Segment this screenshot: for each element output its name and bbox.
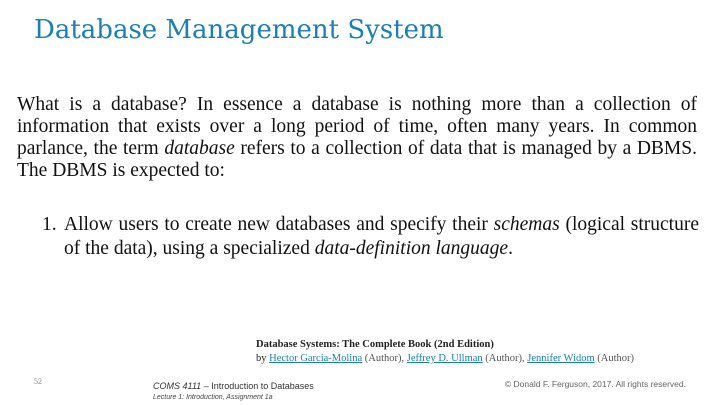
list-item-text-c: . [508, 238, 513, 259]
copyright-notice: © Donald F. Ferguson, 2017. All rights r… [504, 379, 686, 389]
intro-paragraph: What is a database? In essence a databas… [17, 94, 697, 182]
author-role: (Author), [482, 353, 528, 364]
list-item-text: Allow users to create new databases and … [64, 213, 699, 261]
course-separator: – [201, 381, 212, 391]
intro-emphasis: database [164, 138, 235, 159]
slide-title: Database Management System [34, 15, 444, 45]
page-number: 52 [34, 377, 42, 386]
book-by-label: by [256, 353, 270, 364]
dbms-expectations-list: 1. Allow users to create new databases a… [17, 213, 699, 261]
author-link-garcia-molina[interactable]: Hector Garcia-Molina [269, 353, 362, 364]
list-item-number-cell: 1. [17, 213, 64, 261]
list-item-emph-schemas: schemas [493, 214, 560, 235]
book-reference: Database Systems: The Complete Book (2nd… [256, 338, 634, 366]
author-role: (Author) [594, 353, 634, 364]
lecture-name: Lecture 1: Introduction, Assignment 1a [153, 394, 273, 401]
list-item-emph-ddl: data-definition language [314, 238, 509, 259]
book-title: Database Systems: The Complete Book (2nd… [256, 339, 494, 350]
list-item-number: 1. [42, 214, 57, 235]
author-link-widom[interactable]: Jennifer Widom [527, 353, 594, 364]
author-role: (Author), [362, 353, 407, 364]
list-item: 1. Allow users to create new databases a… [17, 213, 699, 261]
list-item-text-a: Allow users to create new databases and … [64, 214, 494, 235]
course-title: Introduction to Databases [211, 381, 314, 391]
course-code: COMS 4111 [153, 381, 202, 391]
course-name: COMS 4111 – Introduction to Databases [153, 381, 314, 391]
book-authors: by Hector Garcia-Molina (Author), Jeffre… [256, 352, 634, 366]
author-link-ullman[interactable]: Jeffrey D. Ullman [407, 353, 483, 364]
